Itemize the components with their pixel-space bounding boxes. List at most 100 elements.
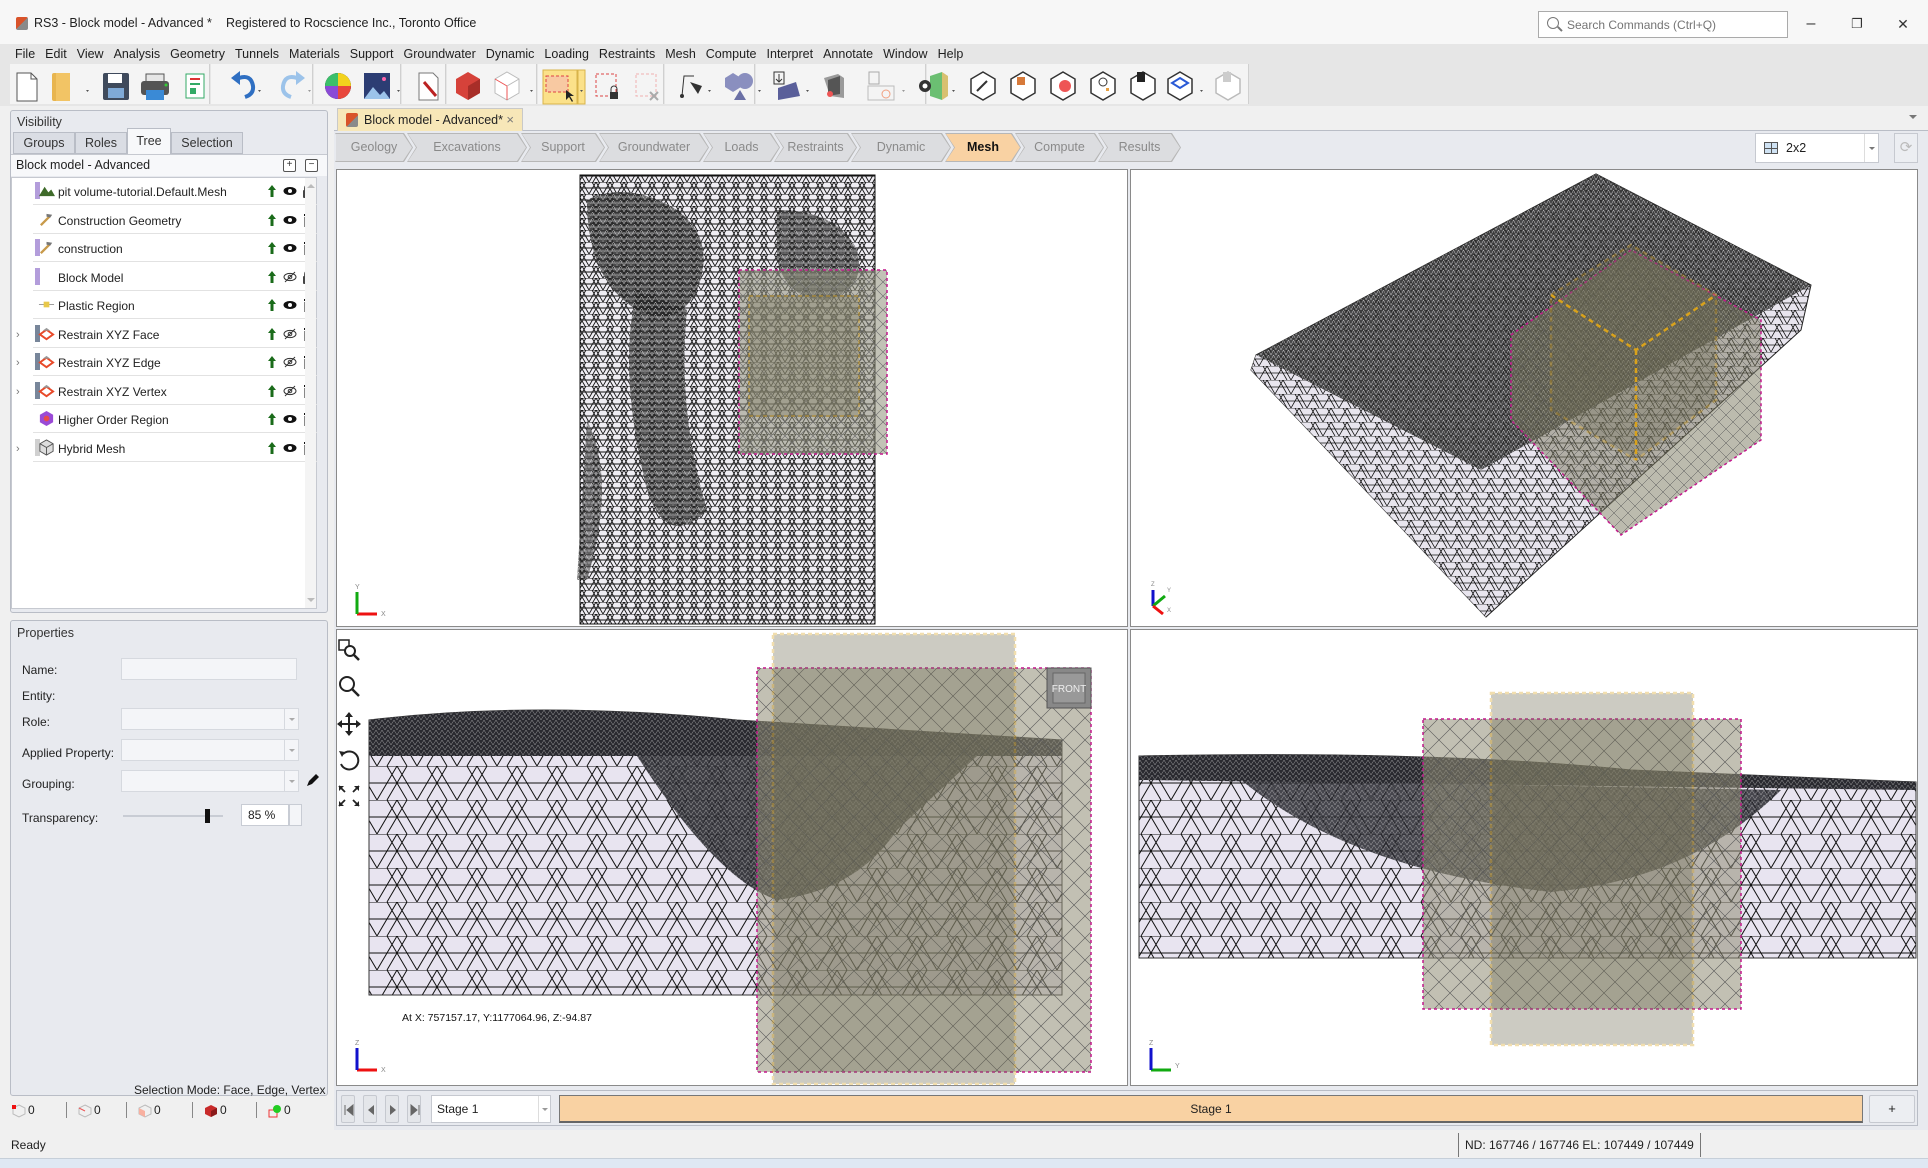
workflow-tab-loads[interactable]: Loads bbox=[704, 134, 779, 161]
pin-up-icon[interactable] bbox=[265, 441, 279, 455]
workflow-tab-compute[interactable]: Compute bbox=[1016, 134, 1103, 161]
minimize-button[interactable]: – bbox=[1797, 12, 1825, 36]
tree-item[interactable]: › Restrain XYZ Edge bbox=[16, 349, 317, 376]
menu-geometry[interactable]: Geometry bbox=[165, 44, 230, 64]
menu-view[interactable]: View bbox=[72, 44, 109, 64]
add-stage-button[interactable]: + bbox=[1869, 1095, 1915, 1123]
tab-groups[interactable]: Groups bbox=[13, 132, 75, 154]
zoom-window-icon[interactable] bbox=[337, 638, 361, 662]
tree-item[interactable]: › Hybrid Mesh bbox=[16, 435, 317, 462]
menu-mesh[interactable]: Mesh bbox=[660, 44, 701, 64]
first-stage-button[interactable] bbox=[341, 1095, 355, 1123]
tree-item[interactable]: Block Model bbox=[33, 264, 317, 291]
fit-extents-icon[interactable] bbox=[337, 784, 361, 808]
eye-hidden-icon[interactable] bbox=[283, 327, 297, 341]
collapse-all-button[interactable]: − bbox=[305, 159, 318, 172]
tab-selection[interactable]: Selection bbox=[171, 132, 243, 154]
stage-select[interactable]: Stage 1 bbox=[431, 1095, 551, 1123]
pin-up-icon[interactable] bbox=[265, 384, 279, 398]
menu-edit[interactable]: Edit bbox=[40, 44, 72, 64]
eye-icon[interactable] bbox=[283, 213, 297, 227]
expand-chevron-icon[interactable]: › bbox=[16, 357, 20, 369]
document-tab[interactable]: Block model - Advanced* × bbox=[337, 108, 523, 131]
transparency-spinner[interactable] bbox=[289, 804, 302, 826]
expand-chevron-icon[interactable]: › bbox=[16, 329, 20, 341]
refresh-button[interactable]: ⟳ bbox=[1894, 133, 1918, 163]
menu-support[interactable]: Support bbox=[345, 44, 399, 64]
tree-item[interactable]: Plastic Region bbox=[33, 292, 317, 319]
previous-stage-button[interactable] bbox=[363, 1095, 377, 1123]
applied-property-select[interactable] bbox=[121, 739, 299, 761]
menu-annotate[interactable]: Annotate bbox=[818, 44, 878, 64]
restore-button[interactable]: ❐ bbox=[1843, 12, 1871, 36]
menu-materials[interactable]: Materials bbox=[284, 44, 345, 64]
eye-hidden-icon[interactable] bbox=[283, 384, 297, 398]
tree-scrollbar[interactable] bbox=[305, 178, 316, 608]
workflow-tab-dynamic[interactable]: Dynamic bbox=[852, 134, 950, 161]
pin-up-icon[interactable] bbox=[265, 213, 279, 227]
viewport-top[interactable]: XY bbox=[336, 169, 1128, 627]
pencil-icon[interactable] bbox=[305, 774, 319, 788]
eye-icon[interactable] bbox=[283, 184, 297, 198]
workflow-tab-restraints[interactable]: Restraints bbox=[775, 134, 856, 161]
close-button[interactable]: ✕ bbox=[1889, 12, 1917, 36]
transparency-input[interactable]: 85 % bbox=[241, 804, 289, 826]
menu-window[interactable]: Window bbox=[878, 44, 932, 64]
role-select[interactable] bbox=[121, 708, 299, 730]
pin-up-icon[interactable] bbox=[265, 241, 279, 255]
tree-item[interactable]: › Restrain XYZ Vertex bbox=[16, 378, 317, 405]
pin-up-icon[interactable] bbox=[265, 270, 279, 284]
close-tab-icon[interactable]: × bbox=[506, 109, 514, 131]
eye-icon[interactable] bbox=[283, 298, 297, 312]
expand-chevron-icon[interactable]: › bbox=[16, 386, 20, 398]
tab-roles[interactable]: Roles bbox=[75, 132, 127, 154]
overflow-dropdown-icon[interactable] bbox=[1909, 115, 1917, 119]
tree-item[interactable]: › Restrain XYZ Face bbox=[16, 321, 317, 348]
search-input[interactable] bbox=[1567, 15, 1777, 35]
transparency-slider-thumb[interactable] bbox=[205, 809, 210, 823]
viewport-side[interactable]: YZ bbox=[1130, 629, 1918, 1086]
tree-item[interactable]: pit volume-tutorial.Default.Mesh bbox=[33, 178, 317, 205]
menu-tunnels[interactable]: Tunnels bbox=[230, 44, 284, 64]
menu-file[interactable]: File bbox=[10, 44, 40, 64]
expand-chevron-icon[interactable]: › bbox=[16, 443, 20, 455]
tab-tree[interactable]: Tree bbox=[127, 128, 171, 154]
tree-item[interactable]: Construction Geometry bbox=[33, 207, 317, 234]
zoom-icon[interactable] bbox=[337, 674, 361, 698]
pan-icon[interactable] bbox=[337, 712, 361, 736]
eye-hidden-icon[interactable] bbox=[283, 270, 297, 284]
workflow-tab-excavations[interactable]: Excavations bbox=[408, 134, 526, 161]
layout-select[interactable]: 2x2 bbox=[1755, 133, 1879, 163]
pin-up-icon[interactable] bbox=[265, 327, 279, 341]
menu-help[interactable]: Help bbox=[933, 44, 969, 64]
eye-icon[interactable] bbox=[283, 241, 297, 255]
menu-dynamic[interactable]: Dynamic bbox=[481, 44, 540, 64]
grouping-select[interactable] bbox=[121, 770, 299, 792]
viewport-perspective[interactable]: Z Y X bbox=[1130, 169, 1918, 627]
menu-loading[interactable]: Loading bbox=[539, 44, 594, 64]
eye-hidden-icon[interactable] bbox=[283, 355, 297, 369]
tree-item[interactable]: construction bbox=[33, 235, 317, 262]
name-field[interactable] bbox=[121, 658, 297, 680]
workflow-tab-results[interactable]: Results bbox=[1099, 134, 1180, 161]
pin-up-icon[interactable] bbox=[265, 412, 279, 426]
workflow-tab-groundwater[interactable]: Groundwater bbox=[600, 134, 708, 161]
workflow-tab-support[interactable]: Support bbox=[522, 134, 604, 161]
menu-restraints[interactable]: Restraints bbox=[594, 44, 660, 64]
rotate-icon[interactable] bbox=[337, 748, 361, 772]
workflow-tab-mesh[interactable]: Mesh bbox=[946, 134, 1020, 161]
tree-item[interactable]: Higher Order Region bbox=[33, 406, 317, 433]
pin-up-icon[interactable] bbox=[265, 355, 279, 369]
menu-analysis[interactable]: Analysis bbox=[109, 44, 166, 64]
pin-up-icon[interactable] bbox=[265, 184, 279, 198]
expand-all-button[interactable]: + bbox=[283, 159, 296, 172]
stage-tab[interactable]: Stage 1 bbox=[559, 1095, 1863, 1123]
menu-interpret[interactable]: Interpret bbox=[762, 44, 819, 64]
view-cube[interactable]: FRONT bbox=[1046, 667, 1092, 709]
eye-icon[interactable] bbox=[283, 441, 297, 455]
pin-up-icon[interactable] bbox=[265, 298, 279, 312]
last-stage-button[interactable] bbox=[407, 1095, 421, 1123]
workflow-tab-geology[interactable]: Geology bbox=[336, 134, 412, 161]
menu-groundwater[interactable]: Groundwater bbox=[399, 44, 481, 64]
search-commands[interactable] bbox=[1538, 11, 1788, 38]
